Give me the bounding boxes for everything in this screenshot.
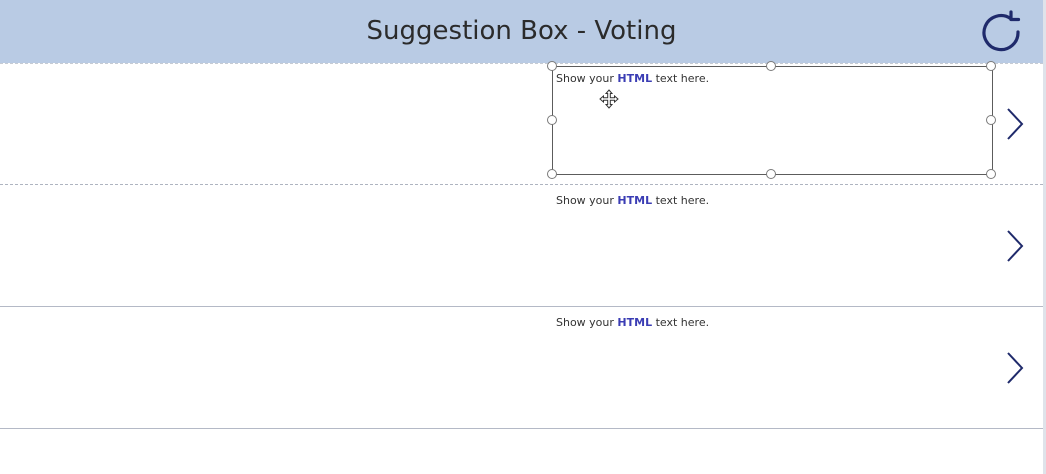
html-text[interactable]: Show your HTML text here.: [556, 72, 709, 85]
gallery-row[interactable]: Show your HTML text here.: [0, 307, 1043, 429]
resize-handle-top-left[interactable]: [547, 61, 557, 71]
app-header: Suggestion Box - Voting: [0, 0, 1043, 63]
resize-handle-top-right[interactable]: [986, 61, 996, 71]
resize-handle-right[interactable]: [986, 115, 996, 125]
html-text[interactable]: Show your HTML text here.: [556, 194, 709, 207]
gallery-row[interactable]: Show your HTML text here.: [0, 61, 1043, 185]
chevron-right-icon[interactable]: [1003, 228, 1027, 264]
gallery-row[interactable]: Show your HTML text here.: [0, 185, 1043, 307]
move-cursor-icon: [599, 89, 619, 109]
resize-handle-top[interactable]: [766, 61, 776, 71]
refresh-icon[interactable]: [978, 9, 1024, 55]
page-title: Suggestion Box - Voting: [366, 16, 677, 46]
resize-handle-bottom-right[interactable]: [986, 169, 996, 179]
html-text[interactable]: Show your HTML text here.: [556, 316, 709, 329]
chevron-right-icon[interactable]: [1003, 106, 1027, 142]
row-divider: [0, 428, 1043, 429]
resize-handle-bottom[interactable]: [766, 169, 776, 179]
resize-handle-left[interactable]: [547, 115, 557, 125]
chevron-right-icon[interactable]: [1003, 350, 1027, 386]
resize-handle-bottom-left[interactable]: [547, 169, 557, 179]
suggestion-gallery: Show your HTML text here. Show your HTML…: [0, 61, 1043, 474]
